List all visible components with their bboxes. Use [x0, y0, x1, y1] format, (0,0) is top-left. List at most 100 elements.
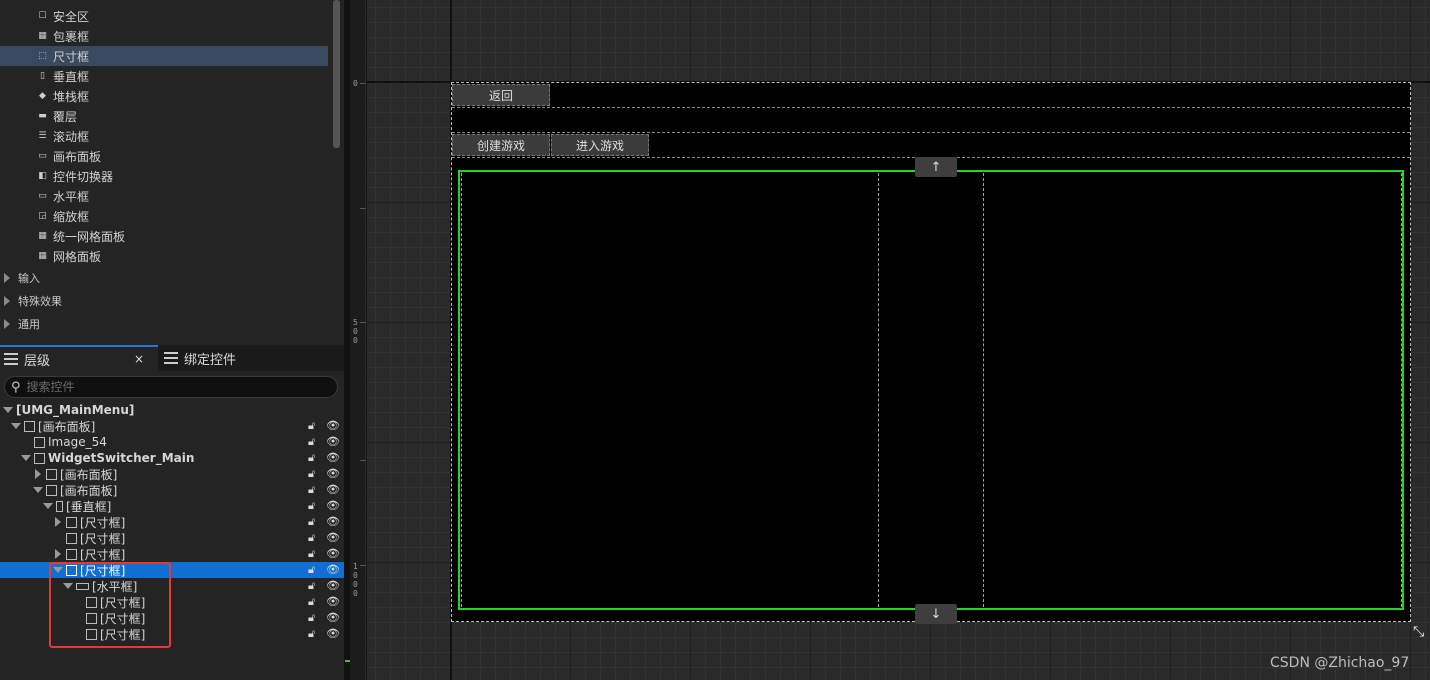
scroll-down-button[interactable]: ↓ [915, 604, 957, 624]
lock-icon[interactable]: 🔓︎ [308, 451, 315, 465]
lock-icon[interactable]: 🔓︎ [308, 563, 315, 577]
chevron-right-icon [4, 319, 10, 329]
tree-row[interactable]: [画布面板] 🔓︎ 👁︎ [0, 466, 344, 482]
collapse-icon[interactable] [42, 500, 54, 512]
wrap-box-icon: ▦ [38, 30, 47, 41]
eye-icon[interactable]: 👁︎ [326, 419, 340, 432]
ruler-tick [360, 208, 366, 209]
tree-row-label: [画布面板] [38, 419, 96, 434]
palette-item-scroll-box[interactable]: ☰ 滚动框 [36, 126, 328, 146]
palette-item-label: 垂直框 [53, 69, 90, 84]
palette-item-label: 尺寸框 [53, 49, 90, 64]
uniform-grid-icon: ▦ [38, 230, 47, 241]
eye-icon[interactable]: 👁︎ [326, 563, 340, 576]
palette-item-label: 控件切换器 [53, 169, 114, 184]
eye-icon[interactable]: 👁︎ [326, 515, 340, 528]
collapse-icon[interactable] [2, 404, 14, 416]
back-button[interactable]: 返回 [452, 84, 550, 106]
tree-row[interactable]: [尺寸框] 🔓︎ 👁︎ [0, 530, 344, 546]
tree-row[interactable]: [尺寸框] 🔓︎ 👁︎ [0, 514, 344, 530]
palette-item-wrap-box[interactable]: ▦ 包裹框 [36, 26, 328, 46]
canvas-panel-icon [46, 484, 57, 496]
vertical-ruler: 0 5 0 0 1 0 0 0 [350, 0, 366, 680]
palette-category-input[interactable]: 输入 [4, 268, 40, 288]
lock-icon[interactable]: 🔓︎ [308, 435, 315, 449]
tree-row[interactable]: WidgetSwitcher_Main 🔓︎ 👁︎ [0, 450, 344, 466]
eye-icon[interactable]: 👁︎ [326, 467, 340, 480]
eye-icon[interactable]: 👁︎ [326, 499, 340, 512]
lock-icon[interactable]: 🔓︎ [308, 499, 315, 513]
palette-item-safe-zone[interactable]: ☐ 安全区 [36, 6, 328, 26]
eye-icon[interactable]: 👁︎ [326, 627, 340, 640]
lock-icon[interactable]: 🔓︎ [308, 419, 315, 433]
eye-icon[interactable]: 👁︎ [326, 579, 340, 592]
lock-icon[interactable]: 🔓︎ [308, 579, 315, 593]
tab-hierarchy[interactable]: 层级 × [0, 345, 158, 371]
tree-row-label: [尺寸框] [80, 515, 126, 530]
eye-icon[interactable]: 👁︎ [326, 547, 340, 560]
tree-row[interactable]: [画布面板] 🔓︎ 👁︎ [0, 482, 344, 498]
tree-row[interactable]: Image_54 🔓︎ 👁︎ [0, 434, 344, 450]
safe-zone-icon: ☐ [38, 10, 47, 21]
scroll-up-button[interactable]: ↑ [915, 157, 957, 177]
tab-bind-widgets[interactable]: 绑定控件 [160, 345, 310, 371]
scroll-box-selection[interactable] [458, 170, 1404, 610]
palette-item-horizontal-box[interactable]: ▭ 水平框 [36, 186, 328, 206]
column-divider [461, 173, 462, 607]
lock-icon[interactable]: 🔓︎ [308, 515, 315, 529]
lock-icon[interactable]: 🔓︎ [308, 547, 315, 561]
expand-icon[interactable] [32, 468, 44, 480]
enter-game-button[interactable]: 进入游戏 [551, 134, 649, 156]
collapse-icon[interactable] [10, 420, 22, 432]
search-input[interactable] [26, 380, 307, 394]
lock-icon[interactable]: 🔓︎ [308, 595, 315, 609]
vertical-box-icon [56, 500, 63, 512]
palette-item-grid-panel[interactable]: ▦ 网格面板 [36, 246, 328, 266]
grid-panel-icon: ▦ [38, 250, 47, 261]
palette-item-stack-box[interactable]: ◆ 堆栈框 [36, 86, 328, 106]
tree-row[interactable]: [画布面板] 🔓︎ 👁︎ [0, 418, 344, 434]
left-panel: ☐ 安全区 ▦ 包裹框 ⬚ 尺寸框 ▯ 垂直框 ◆ 堆栈框 ▬ 覆层 ☰ 滚动框 ▭ 画布面板 … [0, 0, 344, 680]
lock-icon[interactable]: 🔓︎ [308, 611, 315, 625]
ruler-label: 5 0 0 [353, 318, 358, 345]
list-icon [164, 352, 178, 364]
palette-item-scale-box[interactable]: ◲ 缩放框 [36, 206, 328, 226]
eye-icon[interactable]: 👁︎ [326, 595, 340, 608]
eye-icon[interactable]: 👁︎ [326, 531, 340, 544]
overlay-icon: ▬ [38, 110, 47, 121]
palette-category-effects[interactable]: 特殊效果 [4, 291, 62, 311]
palette-item-label: 水平框 [53, 189, 90, 204]
category-label: 特殊效果 [18, 295, 62, 308]
close-icon[interactable]: × [134, 352, 144, 366]
eye-icon[interactable]: 👁︎ [326, 611, 340, 624]
lock-icon[interactable]: 🔓︎ [308, 467, 315, 481]
palette-scrollbar[interactable] [333, 0, 340, 148]
palette-item-label: 滚动框 [53, 129, 90, 144]
scroll-box-icon: ☰ [38, 130, 47, 141]
palette-item-overlay[interactable]: ▬ 覆层 [36, 106, 328, 126]
list-icon [4, 353, 18, 365]
palette-item-widget-switcher[interactable]: ◧ 控件切换器 [36, 166, 328, 186]
palette-category-common[interactable]: 通用 [4, 314, 40, 334]
lock-icon[interactable]: 🔓︎ [308, 483, 315, 497]
palette-item-size-box[interactable]: ⬚ 尺寸框 [0, 46, 328, 66]
palette-item-vertical-box[interactable]: ▯ 垂直框 [36, 66, 328, 86]
tree-row[interactable]: [垂直框] 🔓︎ 👁︎ [0, 498, 344, 514]
expand-icon[interactable] [52, 548, 64, 560]
eye-icon[interactable]: 👁︎ [326, 483, 340, 496]
palette-item-canvas-panel[interactable]: ▭ 画布面板 [36, 146, 328, 166]
lock-icon[interactable]: 🔓︎ [308, 627, 315, 641]
collapse-icon[interactable] [32, 484, 44, 496]
create-game-button[interactable]: 创建游戏 [452, 134, 550, 156]
resize-handle-icon[interactable]: ⤡ [1413, 624, 1424, 640]
palette-item-uniform-grid[interactable]: ▦ 统一网格面板 [36, 226, 328, 246]
tree-row[interactable]: [UMG_MainMenu] [0, 402, 344, 418]
expand-icon[interactable] [52, 516, 64, 528]
eye-icon[interactable]: 👁︎ [326, 435, 340, 448]
tree-row[interactable]: [尺寸框] 🔓︎ 👁︎ [0, 546, 344, 562]
collapse-icon[interactable] [20, 452, 32, 464]
eye-icon[interactable]: 👁︎ [326, 451, 340, 464]
lock-icon[interactable]: 🔓︎ [308, 531, 315, 545]
column-divider [878, 173, 879, 607]
ruler-tick [360, 565, 366, 566]
